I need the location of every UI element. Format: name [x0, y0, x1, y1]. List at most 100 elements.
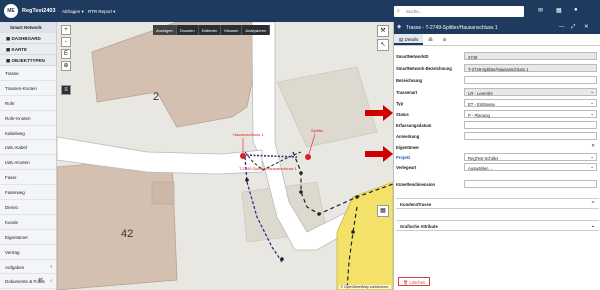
tool-drucken[interactable]: Drucken — [177, 25, 199, 35]
chevron-down-icon: ⌄ — [590, 89, 594, 94]
map-toolbar: Anzeigen Drucken Editieren Messen Analys… — [153, 25, 271, 35]
menu-abfragen[interactable]: Abfragen ▾ — [62, 9, 84, 15]
sidebar-item-label: Vertrag — [5, 249, 20, 255]
map-attribution[interactable]: © OpenStreetMap contributors. — [338, 285, 391, 289]
sidebar-dashboard[interactable]: ▣ DASHBOARD — [0, 33, 56, 44]
field-label: Eigentümer — [396, 145, 420, 150]
sidebar-item-rohr-knoten[interactable]: Rohr-Knoten — [0, 111, 56, 126]
zoom-in-button[interactable]: + — [61, 25, 71, 35]
zoom-out-button[interactable]: - — [61, 37, 71, 47]
label-splitter: Splitter — [311, 128, 324, 133]
sidebar-item-trasse[interactable]: Trasse — [0, 66, 56, 81]
field-label: SmartNetwork-Bezeichnung — [396, 66, 452, 71]
field-label[interactable]: Projekt — [396, 155, 410, 160]
sidebar-item-rohr[interactable]: Rohr — [0, 96, 56, 111]
tab-topology[interactable]: ⁂ — [423, 34, 438, 45]
bezeichnung-input[interactable] — [464, 76, 597, 84]
sidebar-item-dienst[interactable]: Dienst — [0, 200, 56, 215]
field-typ: Typ ET - Erdtrasse ⌄ — [396, 99, 599, 108]
smartnetworkid-input[interactable]: 2749 — [464, 52, 597, 60]
kuenettendimension-input[interactable] — [464, 180, 597, 188]
tool-analysieren[interactable]: Analysieren — [242, 25, 271, 35]
layers-icon[interactable]: ≡ — [61, 85, 71, 95]
expand-icon[interactable]: ⤢ — [571, 24, 575, 31]
verlegeart-select[interactable]: Auswählen ... ⌄ — [464, 163, 597, 171]
status-select[interactable]: P - Planung ⌄ — [464, 110, 597, 118]
field-kuenettendimension: Künettendimension — [396, 180, 599, 189]
eigentuemer-input[interactable]: ✕ — [464, 143, 597, 151]
section-kunden4trasse[interactable]: Kunden4Trasse ⌃ — [396, 198, 599, 209]
delete-button[interactable]: 🗑 Löschen — [398, 277, 431, 286]
sidebar-item-faser[interactable]: Faser — [0, 170, 56, 186]
delete-label: Löschen — [409, 280, 426, 285]
sidebar-item-label: Aufgaben — [5, 264, 25, 270]
search-icon: ⌕ — [397, 8, 400, 14]
sidebar-title: Smart Network — [0, 22, 56, 33]
sidebar-item-lwl-kabel[interactable]: LWL-Kabel — [0, 140, 56, 156]
anmerkung-input[interactable] — [464, 132, 597, 140]
annotation-arrows — [365, 105, 393, 162]
locate-button[interactable]: ⊕ — [61, 61, 71, 71]
sidebar-item-trassen-knoten[interactable]: Trassen-Knoten — [0, 81, 56, 96]
projekt-select[interactable]: RegTest Schiller ⌄ — [464, 153, 597, 161]
field-label: Künettendimension — [396, 182, 436, 187]
sidebar-item-label: Rohr — [5, 100, 15, 106]
typ-select[interactable]: ET - Erdtrasse ⌄ — [464, 99, 597, 107]
building-small — [151, 181, 175, 205]
erfassungsdatum-input[interactable] — [464, 121, 597, 129]
tool-anzeigen[interactable]: Anzeigen — [153, 25, 177, 35]
node-hausanschluss — [240, 153, 246, 159]
chevron-down-icon: ⌄ — [590, 100, 594, 105]
map-canvas[interactable]: 2 42 Hausanschluss 1 Splitter T-2749-Spl… — [57, 22, 393, 290]
section-grafische-attribute[interactable]: Grafische Attribute ⌄ — [396, 220, 599, 231]
trassenart-select[interactable]: LR - Leerrohr ⌄ — [464, 88, 597, 96]
sidebar-item-lwl-knoten[interactable]: LWL-Knoten — [0, 155, 56, 171]
grid-icon[interactable]: ▦ — [556, 7, 562, 14]
cursor-icon[interactable]: ↖ — [377, 39, 389, 51]
sidebar-objekttypen[interactable]: ▣ OBJEKTTYPEN — [0, 55, 56, 66]
tool-messen[interactable]: Messen — [221, 25, 243, 35]
sidebar-item-eigentuemer[interactable]: Eigentümer — [0, 230, 56, 245]
node — [245, 178, 249, 182]
node — [351, 230, 355, 234]
field-label: Trassenart — [396, 90, 418, 95]
section-label: Grafische Attribute — [400, 224, 438, 229]
map-view[interactable]: 2 42 Hausanschluss 1 Splitter T-2749-Spl… — [57, 22, 393, 290]
arrow-status-icon — [365, 105, 393, 121]
close-icon[interactable]: ✕ — [584, 24, 589, 30]
sidebar-item-aufgaben[interactable]: Aufgaben ‹ — [0, 260, 56, 275]
field-value: 2749 — [468, 54, 478, 60]
minimize-icon[interactable]: — — [559, 24, 565, 30]
tab-details[interactable]: ▤ Details — [394, 34, 424, 45]
menu-rtr-report[interactable]: RTR Report ▾ — [88, 9, 115, 15]
field-erfassungsdatum: Erfassungsdatum — [396, 121, 599, 130]
field-smartnetworkid: SmartNetworkID 2749 — [396, 52, 599, 61]
chevron-down-icon: ⌄ — [590, 154, 594, 159]
panel-title: Trasse - T-2749-Splitter/Hausanschluss 1 — [406, 25, 498, 31]
sidebar-item-dokumente[interactable]: Dokumente & Fotos ‹ — [0, 274, 56, 290]
topology-icon: ⁂ — [428, 37, 433, 42]
chevron-down-icon: ⌄ — [590, 164, 594, 169]
field-label: Anmerkung — [396, 134, 420, 139]
user-icon[interactable]: ● — [574, 7, 578, 13]
sidebar-collapse-button[interactable]: « — [38, 274, 43, 284]
sidebar-item-vertrag[interactable]: Vertrag — [0, 245, 56, 260]
app-logo[interactable]: ME — [4, 4, 18, 18]
search-input[interactable]: ⌕ Suche... — [394, 6, 524, 17]
sidebar-item-kunde[interactable]: Kunde — [0, 215, 56, 230]
tab-attachments[interactable]: ⊘ — [438, 34, 452, 45]
mail-icon[interactable]: ✉ — [538, 7, 543, 14]
extent-button[interactable]: E — [61, 49, 71, 59]
sidebar: Smart Network ▣ DASHBOARD ▣ KARTE ▣ OBJE… — [0, 22, 57, 290]
node — [299, 190, 303, 194]
field-value: ET - Erdtrasse — [468, 101, 495, 107]
sidebar-item-label: Trassen-Knoten — [5, 85, 37, 91]
map-tool-icon[interactable]: ⚒ — [377, 25, 389, 37]
sidebar-item-faserweg[interactable]: Faserweg — [0, 185, 56, 201]
field-label: Status — [396, 112, 409, 117]
sn-bezeichnung-input[interactable]: T-2749-Splitter/Hausanschluss 1 — [464, 64, 597, 72]
tool-editieren[interactable]: Editieren — [199, 25, 222, 35]
sidebar-item-kabelweg[interactable]: Kabelweg — [0, 126, 56, 141]
clear-icon[interactable]: ✕ — [591, 143, 595, 149]
sidebar-karte[interactable]: ▣ KARTE — [0, 44, 56, 55]
